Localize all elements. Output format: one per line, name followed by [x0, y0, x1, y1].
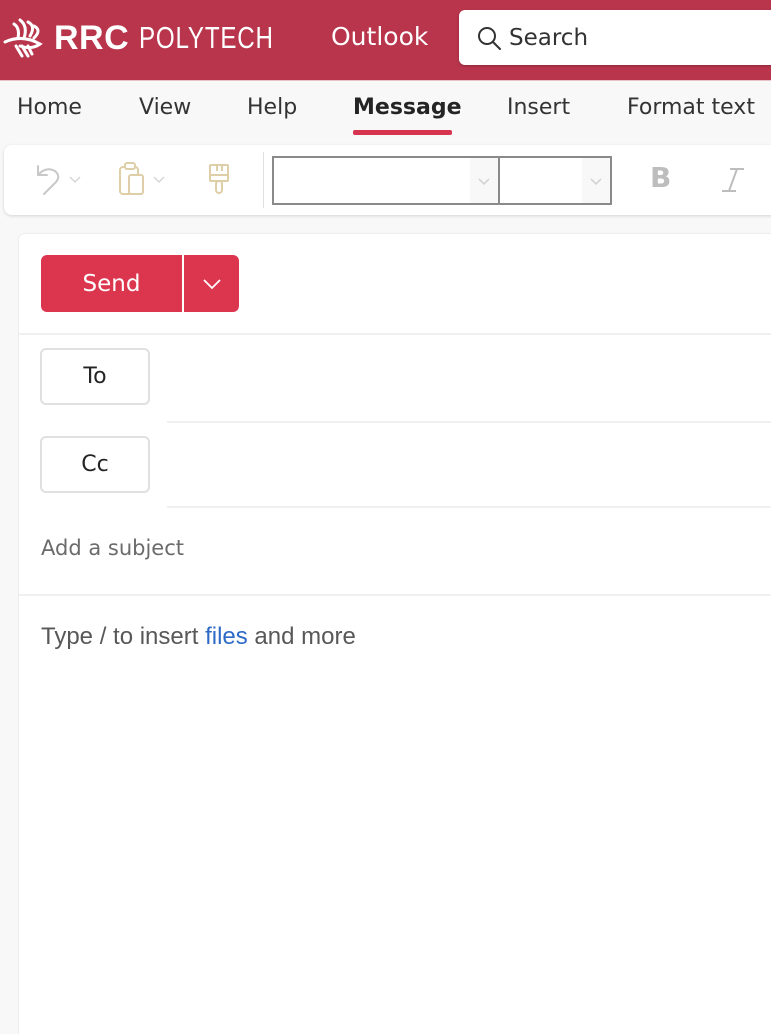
- ribbon-toolbar: B: [4, 145, 771, 215]
- rrc-logo-icon: [3, 18, 43, 58]
- cc-button[interactable]: Cc: [40, 436, 150, 493]
- font-name-select[interactable]: [272, 156, 500, 205]
- send-button-group: Send: [41, 255, 239, 312]
- cc-field[interactable]: [169, 436, 771, 492]
- tab-home[interactable]: Home: [17, 95, 82, 120]
- rrc-polytech-logo[interactable]: RRC POLYTECH: [2, 14, 312, 62]
- divider: [167, 506, 771, 508]
- divider: [19, 594, 771, 596]
- tab-message[interactable]: Message: [353, 95, 462, 120]
- chevron-down-icon[interactable]: [152, 174, 166, 184]
- chevron-down-icon: [202, 278, 221, 289]
- font-name-dropdown[interactable]: [470, 158, 498, 203]
- compose-pane: Send To Cc Add a subject Type / to inser…: [19, 234, 771, 1034]
- body-hint-text: Type / to insert: [41, 623, 206, 650]
- brand-strong: RRC: [54, 18, 130, 57]
- tab-insert[interactable]: Insert: [507, 95, 570, 120]
- font-size-dropdown[interactable]: [582, 158, 610, 203]
- undo-button[interactable]: [34, 159, 82, 199]
- app-name[interactable]: Outlook: [331, 22, 428, 51]
- message-body[interactable]: Type / to insert files and more: [41, 623, 356, 651]
- italic-icon[interactable]: [718, 163, 748, 197]
- paste-button[interactable]: [118, 159, 166, 199]
- to-field[interactable]: [169, 349, 771, 405]
- tab-view[interactable]: View: [139, 95, 191, 120]
- subject-input[interactable]: Add a subject: [41, 536, 184, 560]
- search-box[interactable]: Search: [459, 10, 771, 65]
- format-painter-button[interactable]: [207, 159, 231, 199]
- divider: [167, 421, 771, 423]
- insert-files-link[interactable]: files: [205, 623, 248, 650]
- send-options-button[interactable]: [184, 255, 239, 312]
- clipboard-icon: [119, 162, 144, 195]
- chevron-down-icon[interactable]: [68, 174, 82, 184]
- send-button[interactable]: Send: [41, 255, 182, 312]
- body-hint-text-end: and more: [247, 623, 356, 650]
- undo-icon: [37, 165, 60, 195]
- divider: [19, 333, 771, 335]
- brand-light: POLYTECH: [139, 20, 274, 55]
- to-button[interactable]: To: [40, 348, 150, 405]
- paintbrush-icon: [209, 164, 229, 194]
- toolbar-separator: [263, 152, 264, 208]
- active-tab-indicator: [353, 130, 452, 135]
- bold-button[interactable]: B: [650, 161, 671, 194]
- font-size-select[interactable]: [498, 156, 612, 205]
- tab-help[interactable]: Help: [247, 95, 297, 120]
- tab-format-text[interactable]: Format text: [627, 95, 755, 120]
- chevron-down-icon: [590, 177, 602, 185]
- chevron-down-icon: [478, 177, 490, 185]
- search-placeholder: Search: [509, 24, 589, 51]
- ribbon-tabs: Home View Help Message Insert Format tex…: [0, 80, 771, 140]
- search-icon: [478, 26, 501, 50]
- app-header: RRC POLYTECH Outlook Search: [0, 0, 771, 80]
